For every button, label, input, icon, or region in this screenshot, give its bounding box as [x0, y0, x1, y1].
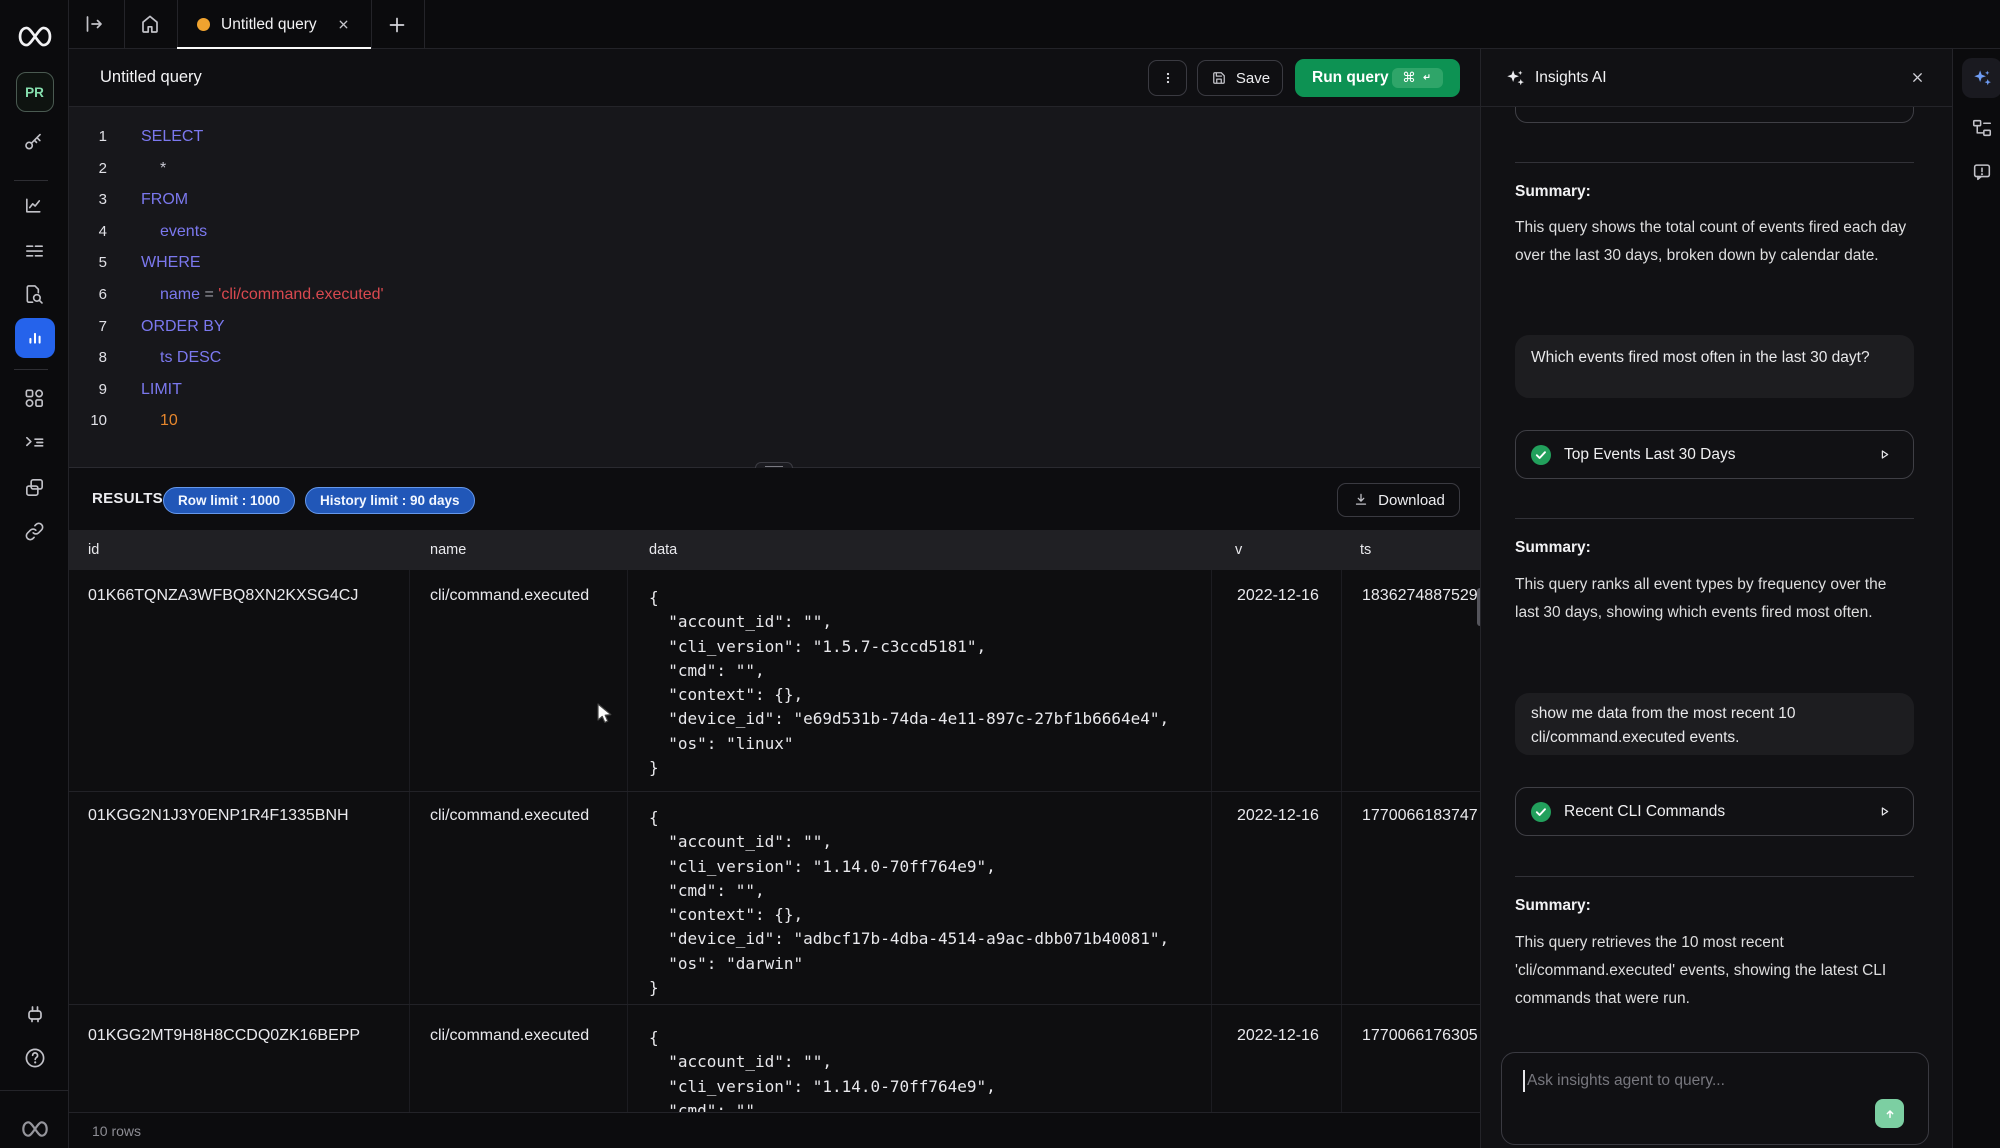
insights-panel: Insights AI Summary: This query shows th… — [1480, 49, 1952, 1148]
query-card[interactable]: Top Events Last 30 Days — [1515, 430, 1914, 479]
insights-header: Insights AI — [1481, 49, 1953, 107]
check-circle-icon — [1530, 801, 1552, 823]
history-limit-pill[interactable]: History limit : 90 days — [305, 487, 475, 514]
app-logo-icon[interactable] — [0, 25, 69, 48]
cell-ts: 1770066183747 — [1362, 807, 1478, 825]
cell-id: 01K66TQNZA3WFBQ8XN2KXSG4CJ — [88, 587, 358, 605]
summary-text: This query retrieves the 10 most recent … — [1515, 929, 1910, 1013]
summary-label: Summary: — [1515, 897, 1591, 915]
cell-v: 2022-12-16 — [1237, 1027, 1319, 1045]
collapse-sidebar-icon[interactable] — [82, 12, 106, 36]
tab-close-icon[interactable] — [337, 18, 350, 31]
cell-id: 01KGG2MT9H8H8CCDQ0ZK16BEPP — [88, 1027, 360, 1045]
key-icon[interactable] — [0, 130, 69, 153]
status-bar: 10 rows — [69, 1112, 1480, 1148]
tab-title: Untitled query — [221, 0, 317, 49]
cell-data: { "account_id": "", "cli_version": "1.5.… — [649, 586, 1169, 780]
unsaved-dot-icon — [197, 18, 210, 31]
summary-text: This query ranks all event types by freq… — [1515, 571, 1910, 627]
log-list-icon[interactable] — [0, 240, 69, 263]
run-shortcut-badge: ⌘ — [1392, 68, 1443, 88]
col-data: data — [649, 530, 677, 570]
table-header: id name data v ts — [69, 530, 1480, 570]
row-count: 10 rows — [92, 1123, 141, 1139]
home-icon[interactable] — [138, 12, 162, 36]
footer-logo-icon — [0, 1120, 69, 1138]
user-question-bubble: show me data from the most recent 10 cli… — [1515, 693, 1914, 755]
mouse-cursor — [594, 702, 616, 726]
query-title: Untitled query — [100, 49, 202, 106]
play-icon — [1876, 446, 1893, 463]
user-question-bubble: Which events fired most often in the las… — [1515, 335, 1914, 398]
doc-search-icon[interactable] — [0, 284, 69, 307]
bar-chart-icon-active[interactable] — [0, 318, 69, 358]
sql-editor[interactable]: 1SELECT 2* 3FROM 4events 5WHERE 6 name =… — [69, 107, 1480, 468]
save-button[interactable]: Save — [1197, 60, 1283, 96]
rail-feedback-icon[interactable] — [1971, 161, 1993, 183]
cell-ts: 1836274887529 — [1362, 587, 1478, 605]
return-key-icon — [1419, 71, 1433, 85]
col-id: id — [88, 530, 99, 570]
run-query-button[interactable]: Run query ⌘ — [1295, 59, 1460, 97]
rail-tree-icon[interactable] — [1971, 117, 1993, 139]
windows-icon[interactable] — [0, 476, 69, 499]
left-sidebar: PR — [0, 0, 69, 1148]
summary-text: This query shows the total count of even… — [1515, 214, 1910, 270]
new-tab-icon[interactable] — [385, 13, 409, 37]
table-body: 01K66TQNZA3WFBQ8XN2KXSG4CJ cli/command.e… — [69, 570, 1480, 1112]
input-placeholder: Ask insights agent to query... — [1527, 1070, 1725, 1092]
col-ts: ts — [1360, 530, 1371, 570]
cell-data: { "account_id": "", "cli_version": "1.14… — [649, 1026, 996, 1112]
more-options-button[interactable] — [1148, 60, 1187, 96]
rail-insights-icon[interactable] — [1962, 58, 2000, 98]
right-rail — [1952, 49, 2000, 1148]
cell-id: 01KGG2N1J3Y0ENP1R4F1335BNH — [88, 807, 349, 825]
cell-name: cli/command.executed — [430, 587, 589, 605]
workspace-badge[interactable]: PR — [0, 72, 69, 112]
scrolled-card-partial — [1515, 107, 1914, 123]
summary-label: Summary: — [1515, 539, 1591, 557]
save-icon — [1210, 69, 1228, 87]
summary-label: Summary: — [1515, 183, 1591, 201]
shapes-grid-icon[interactable] — [0, 387, 69, 410]
text-cursor — [1523, 1070, 1525, 1092]
play-icon — [1876, 803, 1893, 820]
help-icon[interactable] — [0, 1046, 69, 1070]
arrow-up-icon — [1882, 1106, 1898, 1122]
cell-v: 2022-12-16 — [1237, 807, 1319, 825]
download-button[interactable]: Download — [1337, 483, 1460, 517]
insights-close-icon[interactable] — [1910, 70, 1925, 85]
cell-v: 2022-12-16 — [1237, 587, 1319, 605]
link-icon[interactable] — [0, 520, 69, 543]
results-toolbar: RESULTS Row limit : 1000 History limit :… — [69, 468, 1480, 530]
query-header: Untitled query Save Run query ⌘ — [69, 49, 1480, 107]
insights-input[interactable]: Ask insights agent to query... — [1501, 1052, 1929, 1145]
plug-icon[interactable] — [0, 1004, 69, 1028]
sparkles-icon — [1505, 68, 1526, 89]
send-button[interactable] — [1875, 1099, 1904, 1128]
col-v: v — [1235, 530, 1242, 570]
results-label: RESULTS — [92, 468, 163, 530]
terminal-list-icon[interactable] — [0, 431, 69, 454]
cell-name: cli/command.executed — [430, 807, 589, 825]
col-name: name — [430, 530, 466, 570]
check-circle-icon — [1530, 444, 1552, 466]
cell-data: { "account_id": "", "cli_version": "1.14… — [649, 806, 1169, 1000]
insights-title: Insights AI — [1535, 49, 1607, 106]
cell-name: cli/command.executed — [430, 1027, 589, 1045]
tab-bar: Untitled query — [69, 0, 2000, 49]
app-window: PR — [0, 0, 2000, 1148]
query-card[interactable]: Recent CLI Commands — [1515, 787, 1914, 836]
tab-untitled-query[interactable]: Untitled query — [177, 0, 371, 49]
download-icon — [1352, 491, 1370, 509]
cell-ts: 1770066176305 — [1362, 1027, 1478, 1045]
line-chart-icon[interactable] — [0, 195, 69, 218]
row-limit-pill[interactable]: Row limit : 1000 — [163, 487, 295, 514]
